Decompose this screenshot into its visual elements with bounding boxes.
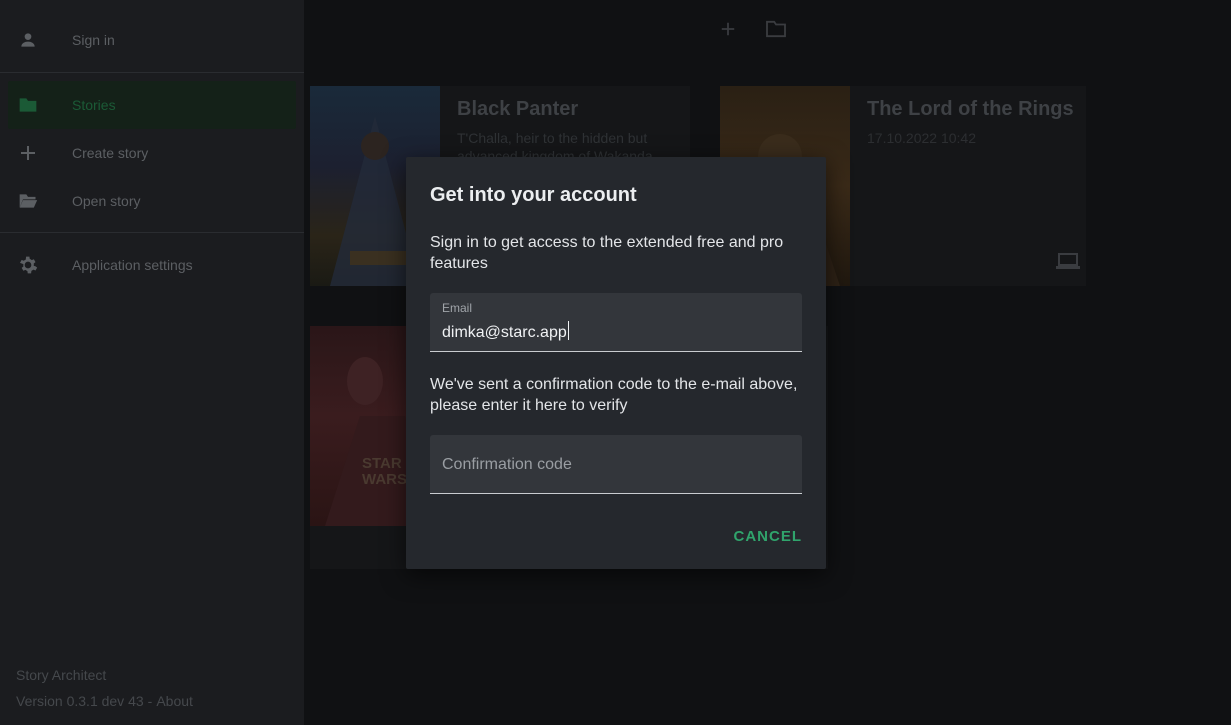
sidebar-item-label: Stories (72, 97, 116, 113)
folder-icon[interactable] (765, 18, 787, 40)
app-window: Sign in Stories Create story Open story (0, 0, 1231, 725)
sidebar: Sign in Stories Create story Open story (0, 0, 304, 725)
sidebar-item-label: Create story (72, 145, 149, 161)
email-field[interactable]: Email dimka@starc.app (430, 293, 802, 352)
dialog-intro-text: Sign in to get access to the extended fr… (430, 234, 784, 272)
sidebar-item-label: Open story (72, 193, 141, 209)
sidebar-item-label: Application settings (72, 257, 193, 273)
story-title: Black Panter (457, 98, 579, 120)
sidebar-item-open-story[interactable]: Open story (0, 177, 304, 225)
version-line: Version 0.3.1 dev 43 - About (16, 693, 193, 709)
text-caret (567, 321, 569, 340)
confirmation-code-field[interactable]: Confirmation code (430, 435, 802, 494)
sign-in-dialog: Get into your account Sign in to get acc… (406, 157, 826, 569)
sidebar-item-stories[interactable]: Stories (8, 81, 296, 129)
plus-icon (18, 143, 38, 163)
email-input-value: dimka@starc.app (442, 321, 569, 342)
sidebar-item-label: Sign in (72, 32, 115, 48)
about-link[interactable]: About (156, 693, 193, 709)
story-title: The Lord of the Rings (867, 98, 1074, 120)
app-name: Story Architect (16, 667, 107, 683)
gear-icon (18, 255, 38, 275)
confirmation-code-placeholder: Confirmation code (442, 456, 572, 473)
dialog-title: Get into your account (430, 184, 637, 206)
email-value: dimka@starc.app (442, 324, 567, 341)
sidebar-divider (0, 72, 304, 73)
folder-icon (18, 95, 38, 115)
sidebar-item-sign-in[interactable]: Sign in (0, 16, 304, 64)
cancel-button[interactable]: CANCEL (734, 528, 803, 545)
version-text: Version 0.3.1 dev 43 (16, 693, 144, 709)
plus-icon[interactable] (717, 18, 739, 40)
laptop-icon (1056, 252, 1080, 270)
person-icon (18, 30, 38, 50)
sidebar-item-application-settings[interactable]: Application settings (0, 241, 304, 289)
sidebar-divider (0, 232, 304, 233)
email-label: Email (442, 301, 473, 315)
confirmation-info-text: We've sent a confirmation code to the e-… (430, 376, 798, 414)
version-separator: - (147, 693, 153, 709)
sidebar-item-create-story[interactable]: Create story (0, 129, 304, 177)
story-date: 17.10.2022 10:42 (867, 130, 976, 146)
folder-open-icon (18, 191, 38, 211)
